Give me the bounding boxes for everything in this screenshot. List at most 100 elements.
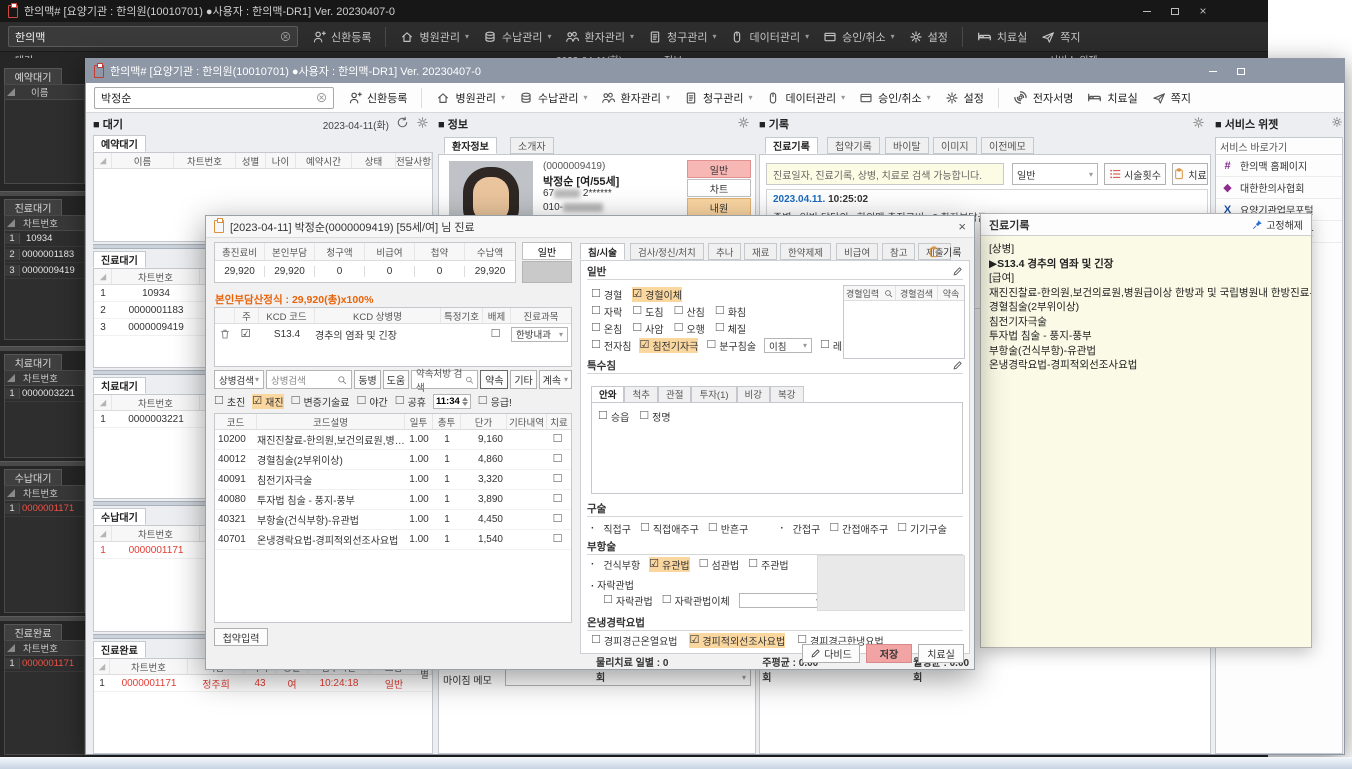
checkbox-saam[interactable]: ☐사암: [632, 321, 663, 336]
treat-checkbox[interactable]: ☐: [553, 433, 563, 445]
bg-tab-done[interactable]: 진료완료: [4, 624, 62, 640]
checkbox-scar-moxa[interactable]: ☐반흔구: [708, 521, 748, 536]
tab-prev-memo[interactable]: 이전메모: [981, 137, 1034, 154]
checkbox-retained-cup[interactable]: ☑유관법: [649, 557, 689, 572]
herb-input-button[interactable]: 첩약입력: [214, 628, 268, 646]
tab-anwa[interactable]: 안와: [591, 386, 624, 403]
disease-search-input[interactable]: 상병검색: [266, 370, 352, 389]
tab-referrer[interactable]: 소개자: [510, 137, 554, 154]
tab-joint[interactable]: 관절: [658, 386, 691, 403]
acupoint-input-col[interactable]: 경혈입력: [844, 286, 896, 300]
tab-spine[interactable]: 척추: [624, 386, 657, 403]
pattern-fee-checkbox[interactable]: ☐변증기술료: [291, 394, 350, 409]
checkbox-dochim[interactable]: ☐도침: [632, 304, 663, 319]
code-row[interactable]: 40321부항술(건식부항)-유관법1.0014,450☐: [215, 510, 571, 530]
checkbox-bungu[interactable]: ☐분구침술: [706, 338, 756, 353]
new-patient-button[interactable]: 신환등록: [348, 90, 407, 106]
first-visit-checkbox[interactable]: ☐초진: [214, 394, 245, 409]
tab-patient-info[interactable]: 환자정보: [444, 137, 497, 154]
treat-checkbox[interactable]: ☐: [553, 533, 563, 545]
checkbox-needle-estim[interactable]: ☑침전기자극: [639, 338, 698, 353]
code-row[interactable]: 40091침전기자극술1.0013,320☐: [215, 470, 571, 490]
gear-icon[interactable]: [416, 116, 429, 129]
checkbox-moving-cup[interactable]: ☐주관법: [748, 557, 788, 572]
record-filter-select[interactable]: 일반▾: [1012, 163, 1098, 185]
badge-visit[interactable]: 내원: [687, 198, 751, 216]
bg-menu-billing[interactable]: 수납관리▾: [483, 29, 552, 45]
checkbox-wet-cup-iche[interactable]: ☐자락관법이체: [662, 593, 730, 608]
checkbox-device-moxa[interactable]: ☐기기구술: [897, 521, 947, 536]
code-row[interactable]: 40080투자법 침술 - 풍지-풍부1.0013,890☐: [215, 490, 571, 510]
checkbox-infrared-therapy[interactable]: ☑경피적외선조사요법: [689, 633, 785, 648]
tab-uninsured[interactable]: 비급여: [836, 243, 878, 260]
treat-checkbox[interactable]: ☐: [553, 493, 563, 505]
gear-icon[interactable]: [737, 116, 750, 129]
kcd-main-checkbox[interactable]: ☑: [241, 328, 251, 340]
checkbox-hwachim[interactable]: ☐화침: [715, 304, 746, 319]
bg-menu-claim[interactable]: 청구관리▾: [648, 29, 717, 45]
trash-icon[interactable]: [219, 328, 231, 340]
tab-chuna[interactable]: 추나: [708, 243, 741, 260]
bungu-select[interactable]: 이침▾: [764, 338, 812, 353]
treat-button[interactable]: 치료: [1172, 163, 1208, 185]
checkbox-direct-moxa[interactable]: ☐직접애주구: [640, 521, 699, 536]
continue-button[interactable]: 계속▾: [539, 370, 572, 389]
save-button[interactable]: 저장: [866, 644, 912, 663]
bg-menu-data[interactable]: 데이터관리▾: [730, 29, 809, 45]
e-sign-button[interactable]: 전자서명: [1013, 90, 1073, 106]
modal-close-button[interactable]: ×: [958, 219, 966, 234]
tab-consult-wait[interactable]: 진료대기: [93, 251, 146, 268]
kcd-code[interactable]: S13.4: [259, 329, 315, 340]
tab-tuja[interactable]: 투자(1): [691, 386, 736, 403]
bg-new-patient-button[interactable]: 신환등록: [312, 29, 371, 45]
splitter[interactable]: [0, 616, 85, 621]
bg-menu-patient[interactable]: 환자관리▾: [565, 29, 634, 45]
holiday-checkbox[interactable]: ☐공휴: [395, 394, 426, 409]
checkbox-onchim[interactable]: ☐온침: [591, 321, 622, 336]
checkbox-heat-therapy[interactable]: ☐경피경근온열요법: [591, 633, 677, 648]
fg-minimize-button[interactable]: [1200, 63, 1226, 79]
tab-reserve-wait[interactable]: 예약대기: [93, 135, 146, 152]
tab-done[interactable]: 진료완료: [93, 641, 146, 658]
bg-tab-pay[interactable]: 수납대기: [4, 469, 62, 485]
badge-chart[interactable]: 차트: [687, 179, 751, 197]
message-button[interactable]: 쪽지: [1152, 90, 1191, 106]
checkbox-jarak[interactable]: ☐자락: [591, 304, 622, 319]
bg-menu-treatment-room[interactable]: 치료실: [977, 29, 1027, 45]
etc-button[interactable]: 기타: [510, 370, 536, 389]
david-button[interactable]: 다비드: [802, 644, 860, 663]
tab-consult-record[interactable]: 진료기록: [765, 137, 818, 154]
table-row[interactable]: 10000001171: [5, 501, 84, 517]
table-row[interactable]: 1 0000001171정주희 43여 10:24:18일반: [94, 675, 432, 692]
splitter[interactable]: [0, 346, 85, 351]
splitter[interactable]: [0, 191, 85, 196]
link-hanimaek-home[interactable]: #한의맥 홈페이지: [1216, 155, 1342, 177]
record-mini-button[interactable]: 기록: [928, 243, 972, 260]
rx-search-input[interactable]: 약속처방 검색: [411, 370, 478, 389]
code-row[interactable]: 10200재진진찰료-한의원,보건의료원,병원급이1.0019,160☐: [215, 430, 571, 450]
checkbox-electro[interactable]: ☐전자침: [591, 338, 631, 353]
tab-reference[interactable]: 참고: [882, 243, 915, 260]
treatment-room-button[interactable]: 치료실: [1087, 90, 1137, 106]
treatment-room-button[interactable]: 치료실: [918, 644, 964, 663]
badge-general[interactable]: 일반: [687, 160, 751, 178]
table-row[interactable]: 110934: [5, 231, 84, 247]
splitter[interactable]: [0, 461, 85, 466]
menu-settings[interactable]: 설정: [945, 90, 984, 106]
checkbox-gyeonghyeol[interactable]: ☐경혈: [591, 287, 622, 302]
bg-menu-message[interactable]: 쪽지: [1041, 29, 1080, 45]
tab-treat-wait[interactable]: 치료대기: [93, 377, 146, 394]
treat-checkbox[interactable]: ☐: [553, 473, 563, 485]
bg-tab-reserve[interactable]: 예약대기: [4, 68, 62, 84]
emergency-checkbox[interactable]: ☐응급!: [478, 394, 512, 409]
checkbox-seungeup[interactable]: ☐승읍: [598, 409, 629, 424]
bg-menu-settings[interactable]: 설정: [909, 29, 948, 45]
bg-maximize-button[interactable]: [1162, 3, 1188, 19]
kcd-dept-select[interactable]: 한방내과▾: [511, 327, 568, 342]
table-row[interactable]: 10000003221: [5, 386, 84, 402]
tab-herbmed[interactable]: 한약제제: [780, 243, 831, 260]
tab-image[interactable]: 이미지: [933, 137, 977, 154]
checkbox-indirect-moxa[interactable]: ☐간접애주구: [829, 521, 888, 536]
refresh-icon[interactable]: [396, 116, 409, 129]
bg-minimize-button[interactable]: [1134, 3, 1160, 19]
